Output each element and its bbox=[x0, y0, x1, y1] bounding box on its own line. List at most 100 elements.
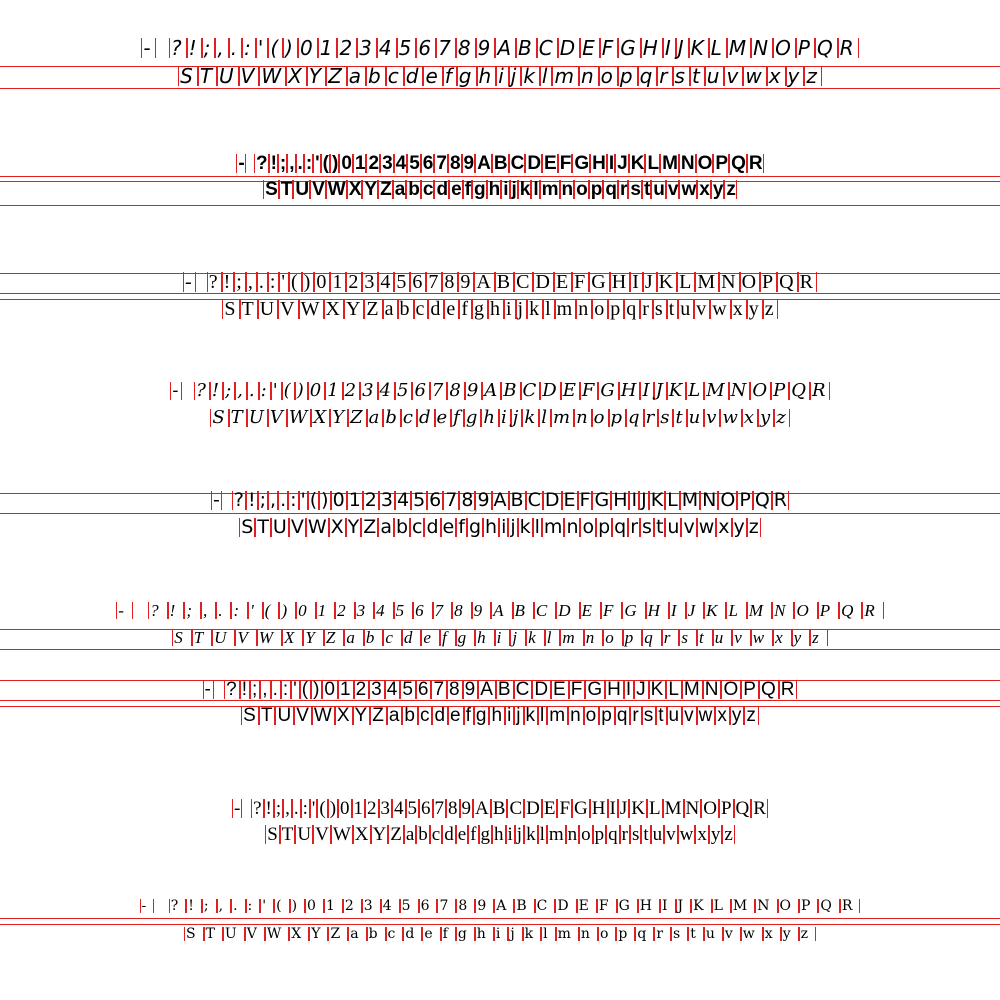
glyph-box: y bbox=[785, 64, 805, 88]
glyph-box bbox=[222, 491, 232, 510]
glyph-box: Z bbox=[328, 926, 349, 942]
glyph-box: I bbox=[668, 601, 686, 620]
glyph-box: - bbox=[232, 798, 243, 819]
glyph-box: o bbox=[598, 64, 618, 88]
glyph-box: U bbox=[270, 516, 289, 538]
glyph-box: D bbox=[555, 898, 577, 914]
glyph-box: X bbox=[311, 407, 331, 428]
glyph-box: A bbox=[491, 601, 513, 620]
glyph-box: E bbox=[560, 380, 580, 401]
glyph-box: ' bbox=[291, 679, 300, 700]
glyph-box: ? bbox=[251, 798, 264, 819]
glyph-box: . bbox=[278, 489, 289, 511]
glyph-box: a bbox=[378, 516, 394, 538]
glyph-box: ' bbox=[309, 798, 318, 819]
glyph-box: N bbox=[700, 489, 719, 511]
glyph-box: 6 bbox=[412, 380, 430, 401]
glyph-box: S bbox=[263, 179, 279, 200]
glyph-box: C bbox=[533, 601, 557, 620]
glyph-box: 1 bbox=[351, 798, 366, 819]
glyph-box: T bbox=[203, 926, 223, 942]
glyph-box: f bbox=[459, 298, 472, 320]
glyph-box: 6 bbox=[420, 153, 435, 174]
glyph-box: ? bbox=[194, 380, 210, 401]
glyph-box: j bbox=[508, 64, 522, 88]
glyph-box: a bbox=[348, 926, 367, 942]
glyph-box: V bbox=[310, 179, 326, 200]
glyph-box: n bbox=[559, 179, 575, 200]
glyph-box: 6 bbox=[410, 271, 427, 293]
glyph-box: 9 bbox=[462, 679, 479, 700]
glyph-box: n bbox=[565, 824, 580, 845]
glyph-box: I bbox=[623, 679, 635, 700]
glyph-box: I bbox=[629, 489, 640, 511]
glyph-box: y bbox=[758, 407, 775, 428]
glyph-box: S bbox=[265, 824, 280, 845]
glyph-box: ) bbox=[283, 36, 298, 60]
glyph-box: p bbox=[617, 64, 638, 88]
glyph-box: A bbox=[474, 271, 495, 293]
glyph-box: e bbox=[423, 64, 443, 88]
glyph-box: q bbox=[614, 705, 631, 726]
glyph-box: G bbox=[592, 489, 612, 511]
glyph-box: . bbox=[228, 36, 243, 60]
glyph-box: C bbox=[525, 489, 543, 511]
glyph-box: 0 bbox=[330, 489, 347, 511]
glyph-box: k bbox=[521, 64, 540, 88]
glyph-box: o bbox=[597, 926, 617, 942]
glyph-box: q bbox=[612, 516, 629, 538]
glyph-box: W bbox=[325, 179, 347, 200]
glyph-box: j bbox=[514, 705, 524, 726]
glyph-box: V bbox=[267, 407, 287, 428]
glyph-box: D bbox=[524, 798, 542, 819]
glyph-box: 8 bbox=[456, 898, 476, 914]
glyph-box: l bbox=[544, 628, 561, 647]
glyph-box: m bbox=[552, 64, 579, 88]
glyph-box: 0 bbox=[339, 153, 353, 174]
glyph-box: U bbox=[217, 64, 239, 88]
glyph-box: 7 bbox=[429, 380, 448, 401]
glyph-box: j bbox=[514, 824, 525, 845]
glyph-box: l bbox=[532, 516, 542, 538]
glyph-box: D bbox=[533, 271, 554, 293]
glyph-box: . bbox=[216, 601, 232, 620]
glyph-box: F bbox=[568, 679, 586, 700]
glyph-box: y bbox=[746, 298, 763, 320]
glyph-box: 8 bbox=[447, 153, 462, 174]
glyph-box: W bbox=[264, 926, 290, 942]
glyph-box: Y bbox=[330, 407, 349, 428]
glyph-box: T bbox=[278, 179, 294, 200]
glyph-box: A bbox=[473, 798, 491, 819]
glyph-box: k bbox=[526, 628, 545, 647]
glyph-box: , bbox=[268, 489, 279, 511]
glyph-box: ( bbox=[281, 380, 295, 401]
glyph-box: E bbox=[551, 679, 569, 700]
glyph-box: Z bbox=[364, 298, 383, 320]
glyph-box: o bbox=[579, 824, 593, 845]
glyph-box: Y bbox=[303, 628, 324, 647]
glyph-box: O bbox=[701, 798, 719, 819]
glyph-box: , bbox=[215, 36, 229, 60]
guide-line bbox=[0, 513, 1000, 514]
glyph-box: o bbox=[580, 516, 597, 538]
glyph-box: 2 bbox=[366, 153, 381, 174]
glyph-box: N bbox=[755, 898, 778, 914]
glyph-box: c bbox=[417, 705, 433, 726]
glyph-box: s bbox=[672, 64, 690, 88]
glyph-box: K bbox=[666, 380, 687, 401]
glyph-box: d bbox=[403, 926, 423, 942]
glyph-box: d bbox=[434, 179, 450, 200]
glyph-box: o bbox=[583, 705, 600, 726]
glyph-box: . bbox=[291, 798, 301, 819]
glyph-box: W bbox=[305, 516, 329, 538]
glyph-box: Q bbox=[818, 898, 840, 914]
glyph-box: x bbox=[766, 64, 786, 88]
glyph-box: ! bbox=[263, 798, 274, 819]
glyph-box: 4 bbox=[380, 898, 400, 914]
glyph-box: L bbox=[686, 380, 705, 401]
glyph-box: z bbox=[774, 407, 790, 428]
glyph-box: Z bbox=[388, 824, 404, 845]
glyph-box: K bbox=[628, 153, 646, 174]
glyph-box: K bbox=[691, 898, 712, 914]
glyph-box: 2 bbox=[335, 601, 355, 620]
